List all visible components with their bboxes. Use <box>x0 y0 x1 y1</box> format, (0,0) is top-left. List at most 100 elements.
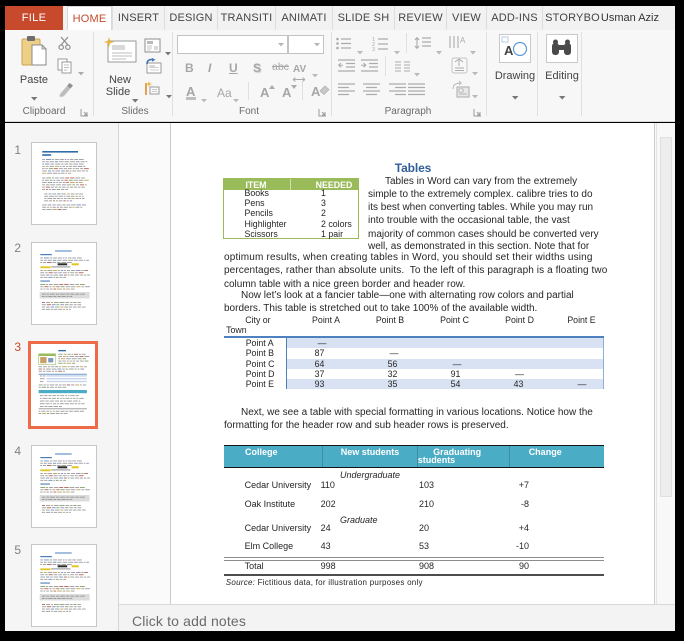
blue-header: Point E <box>567 316 595 325</box>
new-slide-label-1: New <box>99 75 141 86</box>
align-center-button[interactable] <box>363 83 381 101</box>
convert-smartart-button[interactable] <box>451 81 470 103</box>
grow-font-button[interactable]: A <box>260 85 269 100</box>
cut-icon <box>57 36 73 51</box>
layout-icon <box>144 38 161 53</box>
slide-thumbnail-1[interactable] <box>31 142 97 225</box>
vertical-scrollbar[interactable] <box>656 123 675 604</box>
slide-thumbnail-4[interactable] <box>31 445 97 528</box>
slide-thumbnail-2[interactable] <box>31 242 97 325</box>
notes-pane[interactable]: Click to add notes <box>119 604 675 631</box>
character-spacing-dropdown-icon[interactable] <box>312 65 319 83</box>
slide-canvas[interactable]: Tables ITEM NEEDED Books 1 Pens 3 Pencil… <box>170 123 655 604</box>
columns-dropdown-icon[interactable] <box>414 64 421 82</box>
clipboard-group-label: Clipboard <box>13 106 75 117</box>
font-name-combobox[interactable] <box>177 35 288 54</box>
shrink-font-button[interactable]: A <box>282 85 291 100</box>
layout-dropdown-icon[interactable] <box>165 43 172 61</box>
font-dialog-launcher-icon[interactable] <box>318 108 328 118</box>
table-row: Books <box>245 189 269 198</box>
tab-insert[interactable]: INSERT <box>112 6 164 30</box>
table-cell: 110 <box>321 480 335 490</box>
tab-add-ins[interactable]: ADD-INS <box>486 6 542 30</box>
tab-review[interactable]: REVIEW <box>394 6 446 30</box>
cut-button[interactable] <box>57 36 73 56</box>
numbering-button[interactable]: 123 <box>372 36 389 56</box>
font-color-dropdown-icon[interactable] <box>201 90 208 108</box>
columns-button[interactable] <box>395 60 411 78</box>
slide-thumbnail-panel: 1 2 3 4 5 <box>5 123 119 631</box>
change-case-button[interactable]: Aa <box>217 86 232 100</box>
table-row: Highlighter <box>245 220 287 229</box>
clipboard-dialog-launcher-icon[interactable] <box>80 108 90 118</box>
align-text-dropdown-icon[interactable] <box>472 63 479 81</box>
table-cell: 35 <box>388 380 398 389</box>
tab-transitions[interactable]: TRANSITI <box>217 6 275 30</box>
body-line: well, as demonstrated in this section. N… <box>368 242 589 252</box>
account-name[interactable]: Usman Aziz <box>601 6 659 30</box>
table-cell: +7 <box>501 480 529 490</box>
table-row: Scissors <box>245 230 278 239</box>
numbering-dropdown-icon[interactable] <box>394 42 401 60</box>
editing-button[interactable]: Editing <box>542 34 582 114</box>
bullets-button[interactable] <box>336 37 352 55</box>
convert-smartart-dropdown-icon[interactable] <box>472 86 479 104</box>
strikethrough-button[interactable]: abc <box>272 61 289 73</box>
notes-placeholder[interactable]: Click to add notes <box>132 613 246 629</box>
justify-button[interactable] <box>408 83 426 101</box>
body-line: its best when converting tables. While y… <box>368 203 593 213</box>
slide-thumbnail-5[interactable] <box>31 544 97 627</box>
slide-number: 1 <box>7 143 21 157</box>
tab-storyboarding[interactable]: STORYBO <box>542 6 602 30</box>
columns-icon <box>395 61 411 73</box>
slide-number: 4 <box>7 444 21 458</box>
font-group-label: Font <box>218 106 280 117</box>
teal-subheader: Undergraduate <box>340 470 400 480</box>
tab-file[interactable]: FILE <box>5 6 63 30</box>
underline-button[interactable]: U <box>229 61 238 75</box>
format-painter-icon <box>58 82 75 98</box>
drawing-button[interactable]: A Drawing <box>494 34 536 114</box>
line-spacing-button[interactable] <box>414 36 432 55</box>
paste-button[interactable]: Paste <box>15 34 53 102</box>
paragraph-dialog-launcher-icon[interactable] <box>473 108 483 118</box>
italic-button[interactable]: I <box>208 61 211 75</box>
decrease-indent-button[interactable] <box>338 59 356 78</box>
shrink-font-label: A <box>282 85 291 100</box>
bold-button[interactable]: B <box>185 61 194 75</box>
slide-thumbnail-3-selected[interactable] <box>28 341 98 429</box>
copy-button[interactable] <box>57 58 73 79</box>
section-button[interactable] <box>145 81 162 102</box>
font-name-dropdown-icon[interactable] <box>278 43 285 47</box>
bullets-dropdown-icon[interactable] <box>357 42 364 60</box>
copy-dropdown-icon[interactable] <box>78 63 85 81</box>
tab-home[interactable]: HOME <box>67 6 112 30</box>
text-direction-dropdown-icon[interactable] <box>470 42 477 60</box>
align-left-button[interactable] <box>338 83 356 101</box>
new-slide-button[interactable]: New Slide <box>99 34 141 102</box>
font-size-combobox[interactable] <box>288 35 324 54</box>
table-cell: 1 <box>321 189 326 198</box>
tab-slide-show[interactable]: SLIDE SH <box>332 6 394 30</box>
font-color-button[interactable]: A <box>186 84 195 99</box>
table-cell: 56 <box>388 360 398 369</box>
character-spacing-button[interactable]: AV <box>293 59 307 82</box>
format-painter-button[interactable] <box>58 82 75 103</box>
increase-indent-button[interactable] <box>361 59 379 78</box>
tab-design[interactable]: DESIGN <box>164 6 217 30</box>
reset-button[interactable] <box>144 58 162 79</box>
line-spacing-dropdown-icon[interactable] <box>436 42 443 60</box>
body-line: Now let’s look at a fancier table—one wi… <box>241 291 574 301</box>
scrollbar-thumb[interactable] <box>660 137 672 497</box>
layout-button[interactable] <box>144 38 161 58</box>
text-direction-button[interactable]: A <box>448 35 466 55</box>
font-size-dropdown-icon[interactable] <box>314 43 321 47</box>
align-left-icon <box>338 83 356 96</box>
tab-animations[interactable]: ANIMATI <box>275 6 332 30</box>
align-right-icon <box>389 83 407 96</box>
text-shadow-button[interactable]: S <box>253 61 261 75</box>
align-text-button[interactable] <box>451 57 468 79</box>
clear-formatting-button[interactable]: A <box>311 83 320 101</box>
tab-view[interactable]: VIEW <box>446 6 486 30</box>
align-right-button[interactable] <box>389 83 407 101</box>
